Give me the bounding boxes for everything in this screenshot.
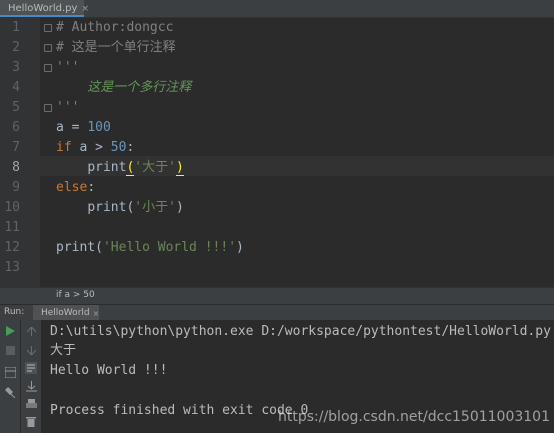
breadcrumb-bar: if a > 50 <box>0 287 554 304</box>
code-line-2: # 这是一个单行注释 <box>56 40 176 55</box>
trash-icon[interactable] <box>23 413 39 429</box>
tab-label: HelloWorld.py <box>8 3 78 14</box>
fold-icon[interactable] <box>44 44 52 52</box>
code-line-4: 这是一个多行注释 <box>56 80 192 95</box>
line-number: 4 <box>12 80 20 95</box>
line-number: 6 <box>12 120 20 135</box>
editor-tab-strip: HelloWorld.py × <box>0 0 554 18</box>
code-line-7: if a > 50: <box>56 140 135 155</box>
arrow-down-icon[interactable] <box>23 342 39 358</box>
fold-strip <box>40 18 52 287</box>
run-tab-label: HelloWorld <box>41 308 90 318</box>
fold-icon[interactable] <box>44 64 52 72</box>
line-number: 11 <box>4 220 20 235</box>
line-number: 12 <box>4 240 20 255</box>
fold-icon[interactable] <box>44 24 52 32</box>
fold-icon[interactable] <box>44 104 52 112</box>
watermark: https://blog.csdn.net/dcc15011003101 <box>277 409 550 425</box>
line-number: 5 <box>12 100 20 115</box>
scroll-to-end-icon[interactable] <box>23 378 39 394</box>
layout-icon[interactable] <box>2 364 18 380</box>
run-tab-helloworld[interactable]: HelloWorld × <box>33 305 99 321</box>
run-label: Run: <box>4 307 25 317</box>
print-icon[interactable] <box>23 396 39 412</box>
code-line-9: else: <box>56 180 96 195</box>
soft-wrap-icon[interactable] <box>23 360 39 376</box>
code-line-5: ''' <box>56 100 80 115</box>
console-line: Process finished with exit code 0 <box>50 403 309 418</box>
console-line: 大于 <box>50 343 77 358</box>
code-line-6: a = 100 <box>56 120 111 135</box>
line-number: 9 <box>12 180 20 195</box>
close-icon[interactable]: × <box>81 4 89 14</box>
line-number: 1 <box>12 20 20 35</box>
code-line-8: print('大于') <box>87 160 184 176</box>
run-toolbar-right <box>21 320 41 433</box>
line-number: 10 <box>4 200 20 215</box>
line-number: 8 <box>12 160 20 175</box>
code-line-12: print('Hello World !!!') <box>56 240 244 255</box>
close-icon[interactable]: × <box>93 309 100 318</box>
run-tool-header: Run: HelloWorld × <box>0 304 554 321</box>
code-line-10: print('小于') <box>87 200 184 215</box>
line-number: 3 <box>12 60 20 75</box>
code-line-3: ''' <box>56 60 80 75</box>
console-line: Hello World !!! <box>50 363 168 378</box>
breadcrumb[interactable]: if a > 50 <box>56 290 95 300</box>
line-number: 7 <box>12 140 20 155</box>
line-number: 13 <box>4 260 20 275</box>
line-number: 2 <box>12 40 20 55</box>
code-editor[interactable]: 1 2 3 4 5 6 7 8 9 10 11 12 13 # Author:d… <box>0 18 554 287</box>
tab-helloworld-py[interactable]: HelloWorld.py × <box>0 0 89 17</box>
arrow-up-icon[interactable] <box>23 323 39 339</box>
run-toolbar-left <box>0 320 20 433</box>
pin-icon[interactable] <box>2 384 18 400</box>
console-line: D:\utils\python\python.exe D:/workspace/… <box>50 324 551 339</box>
code-line-1: # Author:dongcc <box>56 20 174 35</box>
stop-icon[interactable] <box>2 342 18 358</box>
play-icon[interactable] <box>2 323 18 339</box>
run-tool-window: D:\utils\python\python.exe D:/workspace/… <box>0 320 554 433</box>
